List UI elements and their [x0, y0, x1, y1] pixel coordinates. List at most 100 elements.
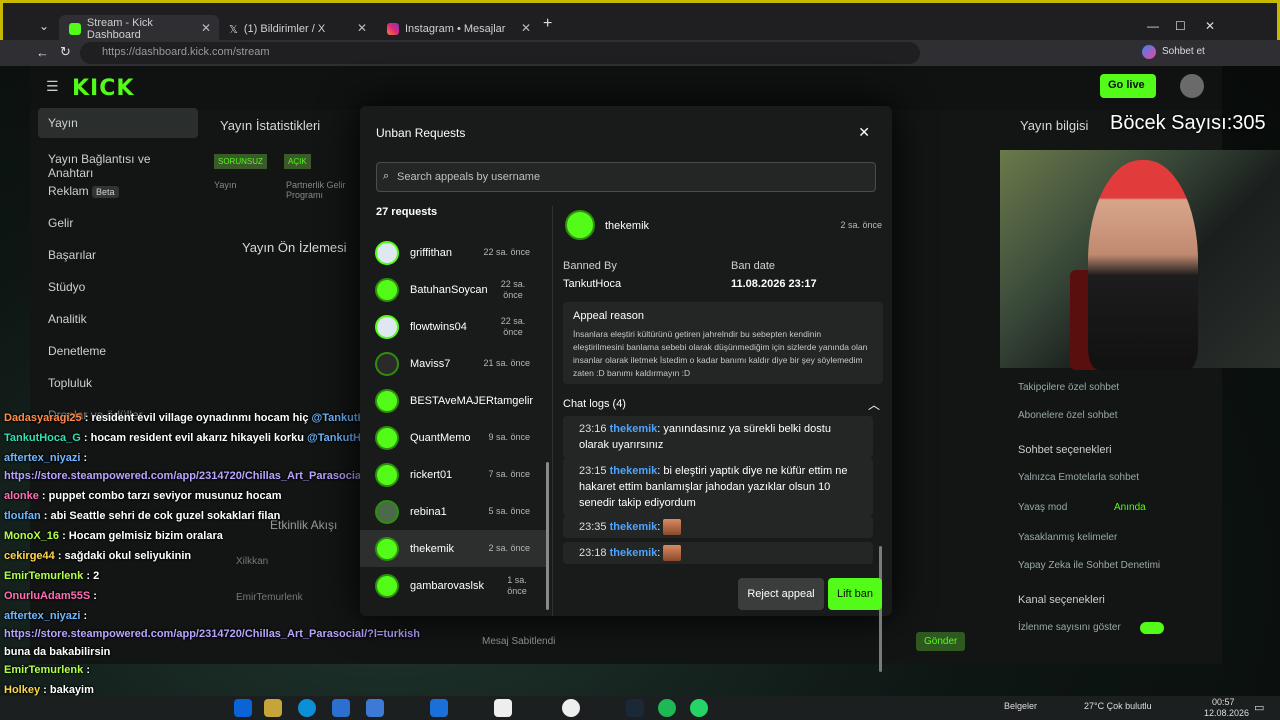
chat-username[interactable]: cekirge44: [4, 550, 55, 562]
close-window-icon[interactable]: ✕: [1205, 19, 1215, 33]
option-ai-moderation[interactable]: Yapay Zeka ile Sohbet Denetimi: [1018, 560, 1160, 571]
chat-username[interactable]: aftertex_niyazi: [4, 452, 80, 464]
explorer-icon[interactable]: [264, 699, 282, 717]
sidebar-item-denetleme[interactable]: Denetleme: [38, 336, 198, 366]
tab-x-notifications[interactable]: 𝕏 (1) Bildirimler / X ✕: [219, 15, 375, 43]
chat-username[interactable]: alonke: [4, 490, 39, 502]
avatar[interactable]: [1180, 74, 1204, 98]
list-scrollbar[interactable]: [546, 462, 549, 610]
go-live-button[interactable]: Go live: [1100, 74, 1156, 98]
emote-icon: [663, 545, 682, 562]
whatsapp-icon[interactable]: [690, 699, 708, 717]
sidebar-item-reklam[interactable]: Reklam Beta: [38, 176, 198, 206]
list-item[interactable]: flowtwins04 22 sa. önce: [360, 308, 546, 345]
list-item[interactable]: Maviss7 21 sa. önce: [360, 345, 546, 382]
list-item[interactable]: rebina1 5 sa. önce: [360, 493, 546, 530]
sidebar-item-gelir[interactable]: Gelir: [38, 208, 198, 238]
chat-text: resident evil village oynadınmı hocam hi…: [91, 412, 309, 424]
tab-instagram-messages[interactable]: Instagram • Mesajlar ✕: [377, 15, 539, 43]
chat-username[interactable]: aftertex_niyazi: [4, 610, 80, 622]
option-sub-chat[interactable]: Abonelere özel sohbet: [1018, 410, 1118, 421]
log-user[interactable]: thekemik: [610, 465, 658, 477]
new-tab-icon[interactable]: +: [543, 15, 552, 33]
chat-options-heading: Sohbet seçenekleri: [1018, 444, 1112, 456]
minimize-icon[interactable]: —: [1147, 19, 1159, 33]
tab-kick-dashboard[interactable]: Stream - Kick Dashboard ✕: [59, 15, 219, 43]
option-show-viewers[interactable]: İzlenme sayısını göster: [1018, 622, 1121, 633]
option-banned-words[interactable]: Yasaklanmış kelimeler: [1018, 532, 1117, 543]
show-viewers-toggle[interactable]: [1140, 622, 1164, 634]
log-user[interactable]: thekemik: [610, 521, 658, 533]
start-icon[interactable]: [234, 699, 252, 717]
close-tab-icon[interactable]: ✕: [201, 21, 211, 35]
maximize-icon[interactable]: ☐: [1175, 19, 1186, 33]
folder-label[interactable]: Belgeler: [1004, 701, 1037, 711]
list-item-selected[interactable]: thekemik 2 sa. önce: [360, 530, 546, 567]
menu-icon[interactable]: ☰: [46, 78, 59, 95]
chat-username[interactable]: Dadasyaragi25: [4, 412, 82, 424]
detail-username[interactable]: thekemik: [605, 220, 649, 232]
option-follower-chat[interactable]: Takipçilere özel sohbet: [1018, 382, 1119, 393]
option-slow-mode[interactable]: Yavaş mod: [1018, 502, 1067, 513]
chat-username[interactable]: EmirTemurlenk: [4, 664, 83, 676]
chat-username[interactable]: tloufan: [4, 510, 41, 522]
reject-appeal-button[interactable]: Reject appeal: [738, 578, 824, 610]
sidebar-item-topluluk[interactable]: Topluluk: [38, 368, 198, 398]
list-item[interactable]: BESTAveMAJERtamgelir: [360, 382, 546, 419]
list-item[interactable]: QuantMemo 9 sa. önce: [360, 419, 546, 456]
search-input[interactable]: [397, 163, 867, 191]
log-user[interactable]: thekemik: [610, 423, 658, 435]
tab-list-icon[interactable]: ⌄: [39, 19, 49, 33]
chat-text[interactable]: https://store.steampowered.com/app/23147…: [4, 470, 420, 482]
unban-requests-modal: Unban Requests ✕ ⌕ 27 requests griffitha…: [360, 106, 892, 672]
sidebar-item-basarilar[interactable]: Başarılar: [38, 240, 198, 270]
capcut-icon[interactable]: [494, 699, 512, 717]
sidebar-item-studyo[interactable]: Stüdyo: [38, 272, 198, 302]
avatar: [375, 499, 399, 524]
tab-label: Instagram • Mesajlar: [405, 23, 506, 35]
list-item[interactable]: rickert01 7 sa. önce: [360, 456, 546, 493]
request-time: 22 sa. önce: [483, 247, 530, 257]
sidebar-item-yayin[interactable]: Yayın: [38, 108, 198, 138]
copilot-icon[interactable]: [1142, 45, 1156, 59]
list-item[interactable]: griffithan 22 sa. önce: [360, 234, 546, 271]
edge-icon[interactable]: [298, 699, 316, 717]
url-field[interactable]: https://dashboard.kick.com/stream: [80, 42, 920, 64]
clock-time[interactable]: 00:57: [1212, 697, 1235, 707]
chat-username[interactable]: MonoX_16: [4, 530, 59, 542]
app-icon[interactable]: [366, 699, 384, 717]
close-tab-icon[interactable]: ✕: [521, 21, 531, 35]
weather-widget[interactable]: 27°C Çok bulutlu: [1084, 701, 1152, 711]
close-tab-icon[interactable]: ✕: [357, 21, 367, 35]
send-button[interactable]: Gönder: [916, 632, 966, 651]
chat-username[interactable]: OnurluAdam55S: [4, 590, 90, 602]
back-icon[interactable]: ←: [36, 45, 49, 60]
sidebar-item-analitik[interactable]: Analitik: [38, 304, 198, 334]
chat-label[interactable]: Sohbet et: [1162, 46, 1205, 57]
obs-icon[interactable]: [562, 699, 580, 717]
list-item[interactable]: gambarovaslsk 1 sa. önce: [360, 567, 546, 604]
close-icon[interactable]: ✕: [858, 124, 870, 141]
request-username: Maviss7: [410, 357, 451, 370]
spotify-icon[interactable]: [658, 699, 676, 717]
notification-icon[interactable]: ▭: [1254, 701, 1264, 714]
log-time: 23:18: [579, 547, 607, 559]
mail-icon[interactable]: [332, 699, 350, 717]
x-favicon-icon: 𝕏: [229, 23, 238, 36]
reload-icon[interactable]: ↻: [60, 44, 71, 60]
chat-username[interactable]: TankutHoca_G: [4, 432, 81, 444]
chat-username[interactable]: Holkey: [4, 684, 40, 696]
lift-ban-button[interactable]: Lift ban: [828, 578, 882, 610]
chevron-up-icon[interactable]: ︿: [868, 396, 880, 413]
kick-logo[interactable]: KICK: [72, 76, 134, 101]
option-emote-only[interactable]: Yalnızca Emotelarla sohbet: [1018, 472, 1139, 483]
steam-icon[interactable]: [626, 699, 644, 717]
chat-text[interactable]: https://store.steampowered.com/app/23147…: [4, 628, 420, 640]
clock-date[interactable]: 12.08.2026: [1204, 708, 1249, 718]
chat-message: aftertex_niyazi :: [4, 610, 88, 622]
log-user[interactable]: thekemik: [610, 547, 658, 559]
list-item[interactable]: BatuhanSoycan 22 sa. önce: [360, 271, 546, 308]
app-icon[interactable]: [430, 699, 448, 717]
chat-username[interactable]: EmirTemurlenk: [4, 570, 83, 582]
sidebar-item-label: Reklam: [48, 184, 89, 198]
